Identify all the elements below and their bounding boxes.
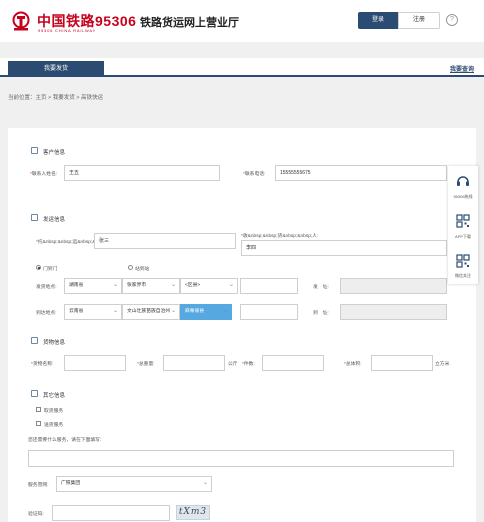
origin-district-select[interactable]: <区县> [180, 278, 238, 294]
contact-name-input[interactable]: 王五 [64, 165, 220, 181]
wechat-button[interactable] [448, 254, 478, 270]
volume-label: *总体积: [344, 362, 362, 367]
dest-district-select[interactable]: 麻栗坡县 [180, 304, 232, 320]
customer-icon [31, 147, 38, 154]
extra-service-label: 您还需要什么服务，请在下面填写: [28, 438, 102, 443]
captcha-image[interactable]: tXm3 [176, 505, 210, 520]
wechat-qr-icon [456, 254, 470, 268]
help-icon[interactable]: ? [446, 14, 458, 26]
dest-city-select[interactable]: 文山壮族苗族自治州 [122, 304, 180, 320]
site-title: 铁路货运网上营业厅 [140, 17, 239, 29]
wechat-label: 微信关注 [455, 273, 471, 278]
phone-label: *联系电话: [243, 172, 266, 177]
captcha-input[interactable] [52, 505, 170, 521]
destination-label: 到达地点: [36, 311, 57, 316]
contact-label: *联系人姓名: [30, 172, 58, 177]
shipping-section-title: 发运信息 [43, 217, 66, 223]
app-download-label: APP下载 [454, 234, 471, 239]
delivery-checkbox[interactable] [36, 421, 41, 426]
site-header: 中国铁路95306 95306 CHINA RAILWAY 铁路货运网上营业厅 … [0, 0, 484, 42]
origin-label: 发货地点: [36, 285, 57, 290]
extra-service-textarea[interactable] [28, 450, 454, 467]
service-network-select[interactable]: 广铁集团 [56, 476, 212, 492]
captcha-label: 验证码: [28, 512, 44, 517]
origin-town-input[interactable] [240, 278, 298, 294]
hotline-label: 95306热线 [453, 194, 473, 199]
shipping-icon [31, 214, 38, 221]
query-link[interactable]: 我要查询 [450, 64, 474, 73]
shipper-input[interactable]: 张三 [94, 233, 236, 249]
door-to-door-label: 门到门 [43, 267, 58, 272]
other-icon [31, 390, 38, 397]
count-label: *件数: [242, 362, 255, 367]
volume-unit: 立方米 [435, 362, 450, 367]
weight-label: *总重量: [137, 362, 155, 367]
other-section-title: 其它信息 [43, 393, 66, 399]
station-to-station-label: 站到站 [135, 267, 150, 272]
door-to-door-radio[interactable] [36, 265, 41, 270]
pickup-checkbox[interactable] [36, 407, 41, 412]
customer-section-title: 客户信息 [43, 150, 66, 156]
register-button[interactable]: 注册 [398, 12, 440, 29]
cargo-icon [31, 337, 38, 344]
origin-address-input[interactable] [340, 278, 447, 294]
dest-town-input[interactable] [240, 304, 298, 320]
station-to-station-radio[interactable] [128, 265, 133, 270]
hotline-button[interactable] [448, 174, 478, 190]
service-network-label: 服务营网: [28, 483, 49, 488]
receiver-label: *收&nbsp;&nbsp;货&nbsp;&nbsp;人: [241, 234, 319, 239]
origin-address-label: 发 址: [313, 285, 329, 290]
delivery-label: 送货服务 [44, 423, 64, 428]
weight-input[interactable] [163, 355, 225, 371]
login-button[interactable]: 登录 [358, 12, 398, 29]
receiver-input[interactable]: 李四 [241, 240, 447, 256]
cargo-name-input[interactable] [64, 355, 126, 371]
cargo-section-title: 货物信息 [43, 340, 66, 346]
dest-address-input[interactable] [340, 304, 447, 320]
headset-icon [457, 176, 469, 186]
tab-ship[interactable]: 我要发货 [8, 61, 104, 77]
cargo-name-label: *货物名称: [31, 362, 54, 367]
qr-code-icon [456, 214, 470, 228]
dest-address-label: 到 址: [313, 311, 329, 316]
pickup-label: 取货服务 [44, 409, 64, 414]
side-toolbar: 95306热线 APP下载 微信关注 [448, 166, 478, 284]
phone-input[interactable]: 15555555675 [275, 165, 447, 181]
logo-subtitle: 95306 CHINA RAILWAY [38, 28, 97, 33]
origin-province-select[interactable]: 湖南省 [64, 278, 122, 294]
railway-logo-icon [12, 11, 30, 31]
volume-input[interactable] [371, 355, 433, 371]
weight-unit: 公斤 [228, 362, 238, 367]
breadcrumb: 当前位置：主页 > 我要发货 > 高铁快运 [8, 95, 104, 101]
app-download-button[interactable] [448, 214, 478, 230]
count-input[interactable] [262, 355, 324, 371]
origin-city-select[interactable]: 张家界市 [122, 278, 180, 294]
dest-province-select[interactable]: 云南省 [64, 304, 122, 320]
